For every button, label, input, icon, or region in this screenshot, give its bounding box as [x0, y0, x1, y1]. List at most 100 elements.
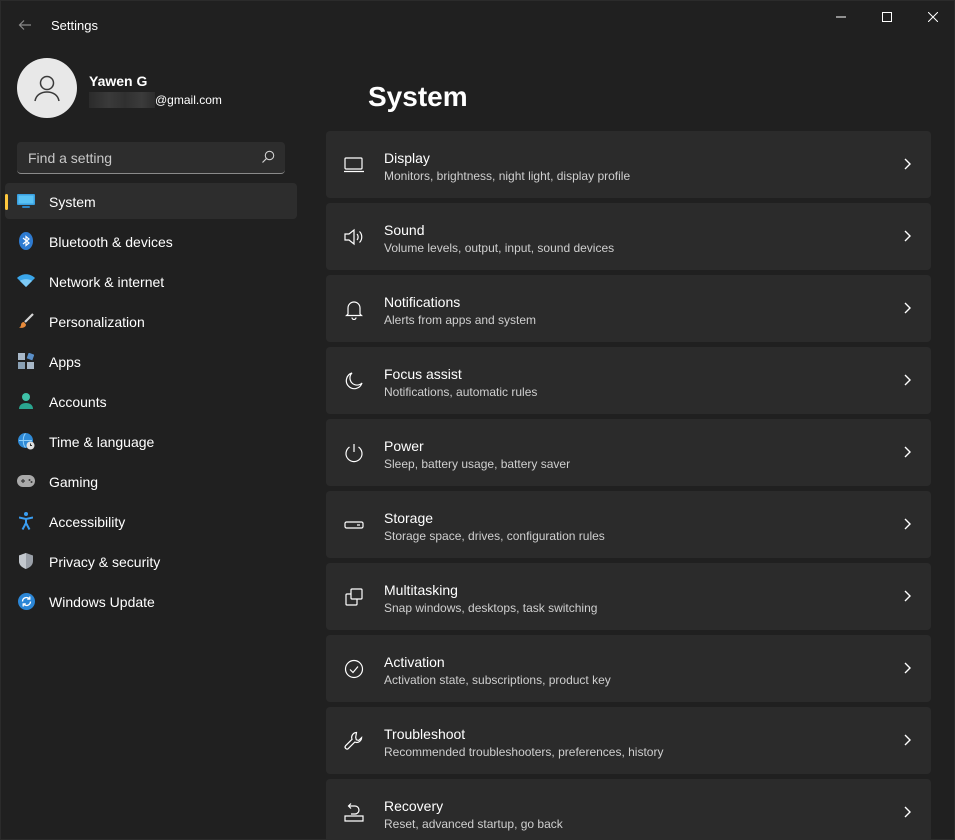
sidebar-item-label: Accounts	[49, 394, 107, 410]
search-box	[17, 142, 285, 174]
sidebar-item-label: Windows Update	[49, 594, 155, 610]
close-button[interactable]	[910, 1, 955, 33]
bluetooth-icon	[17, 232, 35, 250]
card-description: Volume levels, output, input, sound devi…	[384, 241, 615, 255]
sidebar-item-label: Network & internet	[49, 274, 165, 290]
person-icon	[17, 392, 35, 410]
minimize-icon	[836, 16, 846, 18]
gamepad-icon	[17, 472, 35, 490]
power-icon	[345, 444, 363, 463]
sidebar-item-label: Gaming	[49, 474, 99, 490]
chevron-right-icon	[904, 302, 911, 314]
user-name: Yawen G	[89, 73, 148, 89]
card-title: Sound	[384, 222, 425, 238]
sidebar-item-system[interactable]: System	[5, 183, 297, 219]
card-description: Recommended troubleshooters, preferences…	[384, 745, 664, 759]
speaker-icon	[344, 228, 363, 246]
card-description: Reset, advanced startup, go back	[384, 817, 563, 831]
card-description: Storage space, drives, configuration rul…	[384, 529, 605, 543]
globe-clock-icon	[17, 432, 35, 450]
back-button[interactable]	[13, 13, 37, 37]
avatar[interactable]	[17, 58, 77, 118]
user-email: @gmail.com	[89, 92, 222, 108]
card-description: Notifications, automatic rules	[384, 385, 538, 399]
card-storage[interactable]: Storage Storage space, drives, configura…	[326, 491, 931, 558]
sidebar-item-bluetooth[interactable]: Bluetooth & devices	[5, 223, 297, 259]
update-icon	[17, 592, 35, 610]
card-title: Storage	[384, 510, 434, 526]
check-circle-icon	[344, 659, 364, 679]
card-description: Sleep, battery usage, battery saver	[384, 457, 571, 471]
monitor-icon	[17, 192, 35, 210]
card-title: Troubleshoot	[384, 726, 466, 742]
sidebar-item-label: Personalization	[49, 314, 145, 330]
card-recovery[interactable]: Recovery Reset, advanced startup, go bac…	[326, 779, 931, 840]
sidebar-item-label: System	[49, 194, 96, 210]
search-button[interactable]	[261, 150, 277, 166]
search-input[interactable]	[17, 142, 253, 173]
apps-icon	[17, 352, 35, 370]
wrench-icon	[344, 731, 363, 750]
shield-icon	[17, 552, 35, 570]
sidebar-item-label: Apps	[49, 354, 81, 370]
app-title: Settings	[51, 18, 98, 33]
sidebar-item-label: Accessibility	[49, 514, 126, 530]
settings-card-list: Display Monitors, brightness, night ligh…	[326, 131, 931, 840]
card-focus-assist[interactable]: Focus assist Notifications, automatic ru…	[326, 347, 931, 414]
chevron-right-icon	[904, 806, 911, 818]
brush-icon	[17, 312, 35, 330]
card-activation[interactable]: Activation Activation state, subscriptio…	[326, 635, 931, 702]
recovery-icon	[344, 803, 364, 822]
chevron-right-icon	[904, 590, 911, 602]
card-title: Display	[384, 150, 430, 166]
page-title: System	[368, 81, 468, 112]
card-title: Multitasking	[384, 582, 458, 598]
wifi-icon	[17, 272, 35, 290]
sidebar-item-privacy[interactable]: Privacy & security	[5, 543, 297, 579]
card-notifications[interactable]: Notifications Alerts from apps and syste…	[326, 275, 931, 342]
back-arrow-icon	[18, 20, 31, 30]
search-icon	[262, 150, 275, 163]
sidebar-item-time-language[interactable]: Time & language	[5, 423, 297, 459]
sidebar-item-apps[interactable]: Apps	[5, 343, 297, 379]
sidebar-item-accessibility[interactable]: Accessibility	[5, 503, 297, 539]
card-title: Activation	[384, 654, 445, 670]
card-title: Notifications	[384, 294, 461, 310]
settings-window: Settings Yawen G @gmail.com Find a setti…	[0, 0, 955, 840]
sidebar-nav: System Bluetooth & devices Network & int…	[5, 183, 297, 623]
title-bar: Settings	[1, 1, 955, 49]
card-description: Alerts from apps and system	[384, 313, 537, 327]
chevron-right-icon	[904, 734, 911, 746]
person-avatar-icon	[34, 75, 60, 102]
card-title: Focus assist	[384, 366, 462, 382]
card-sound[interactable]: Sound Volume levels, output, input, soun…	[326, 203, 931, 270]
card-title: Power	[384, 438, 424, 454]
card-display[interactable]: Display Monitors, brightness, night ligh…	[326, 131, 931, 198]
sidebar-item-network[interactable]: Network & internet	[5, 263, 297, 299]
maximize-icon	[882, 12, 892, 22]
chevron-right-icon	[904, 158, 911, 170]
drive-icon	[344, 521, 364, 529]
display-icon	[344, 157, 364, 173]
card-multitasking[interactable]: Multitasking Snap windows, desktops, tas…	[326, 563, 931, 630]
accessibility-icon	[17, 512, 35, 530]
close-icon	[928, 12, 938, 22]
minimize-button[interactable]	[818, 1, 864, 33]
card-power[interactable]: Power Sleep, battery usage, battery save…	[326, 419, 931, 486]
chevron-right-icon	[904, 230, 911, 242]
sidebar-item-accounts[interactable]: Accounts	[5, 383, 297, 419]
sidebar-item-windows-update[interactable]: Windows Update	[5, 583, 297, 619]
chevron-right-icon	[904, 446, 911, 458]
card-description: Snap windows, desktops, task switching	[384, 601, 598, 615]
sidebar-item-gaming[interactable]: Gaming	[5, 463, 297, 499]
chevron-right-icon	[904, 518, 911, 530]
card-title: Recovery	[384, 798, 444, 814]
card-troubleshoot[interactable]: Troubleshoot Recommended troubleshooters…	[326, 707, 931, 774]
multitask-icon	[345, 588, 363, 606]
sidebar-item-personalization[interactable]: Personalization	[5, 303, 297, 339]
card-description: Monitors, brightness, night light, displ…	[384, 169, 631, 183]
sidebar-item-label: Time & language	[49, 434, 155, 450]
sidebar-item-label: Bluetooth & devices	[49, 234, 173, 250]
sidebar-item-label: Privacy & security	[49, 554, 161, 570]
maximize-button[interactable]	[864, 1, 910, 33]
